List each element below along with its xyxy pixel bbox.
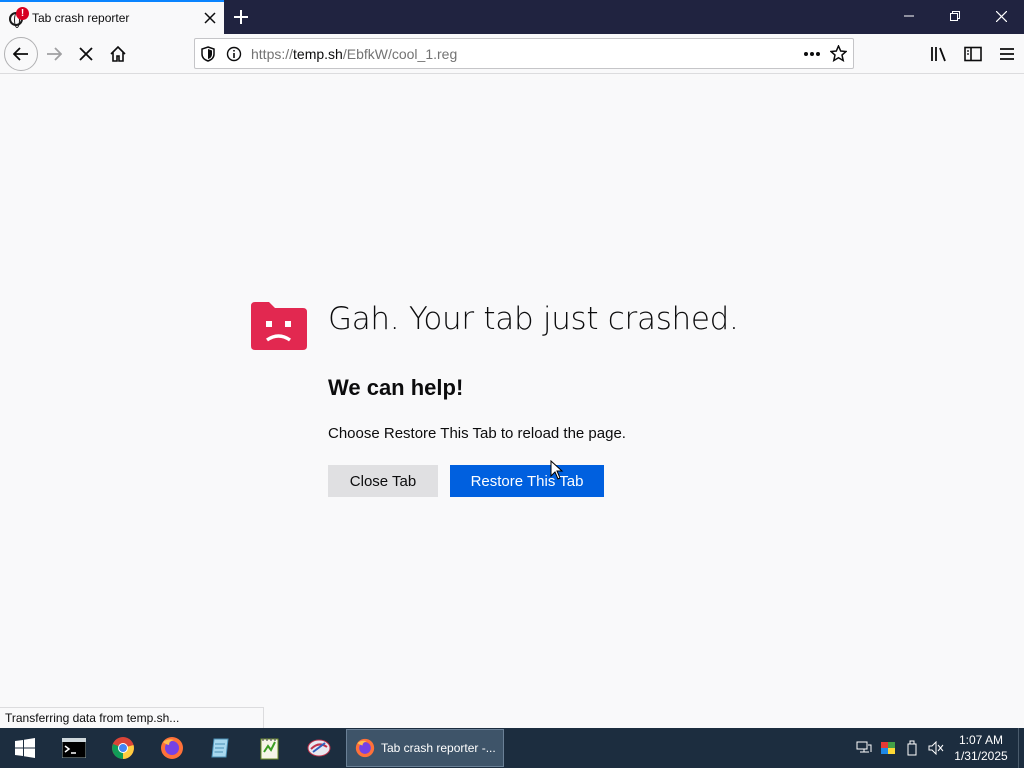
page-actions-more-icon[interactable] (799, 40, 825, 68)
crash-page: Gah. Your tab just crashed. We can help!… (0, 75, 1024, 728)
url-path: /EbfkW/cool_1.reg (342, 45, 458, 62)
forward-button[interactable] (38, 38, 70, 70)
stop-button[interactable] (70, 38, 102, 70)
page-subtitle: We can help! (328, 375, 464, 400)
notepad-plus-icon (260, 738, 278, 760)
restore-tab-button[interactable]: Restore This Tab (450, 465, 604, 497)
window-controls (886, 0, 1024, 32)
address-bar[interactable]: https://temp.sh/EbfkW/cool_1.reg (194, 38, 854, 69)
url-scheme: https:// (251, 45, 294, 62)
new-tab-button[interactable] (224, 0, 258, 34)
taskbar-app[interactable] (294, 728, 343, 768)
taskbar-firefox[interactable] (147, 728, 196, 768)
taskbar-chrome[interactable] (98, 728, 147, 768)
taskbar-window-title: Tab crash reporter -... (381, 741, 496, 755)
windows-logo-icon (14, 738, 35, 758)
bookmark-star-icon[interactable] (825, 40, 851, 68)
toolbar-right (922, 38, 1024, 70)
url-text[interactable]: https://temp.sh/EbfkW/cool_1.reg (247, 46, 799, 62)
back-button[interactable] (4, 36, 38, 71)
firefox-icon (355, 738, 375, 758)
site-info-icon[interactable] (221, 40, 247, 68)
taskbar-clock[interactable]: 1:07 AM 1/31/2025 (948, 732, 1014, 764)
terminal-icon (61, 738, 86, 758)
tab-strip: ! Tab crash reporter (0, 0, 1024, 34)
page-description: Choose Restore This Tab to reload the pa… (328, 425, 626, 442)
mouse-cursor-icon (550, 460, 564, 480)
firefox-icon (160, 737, 183, 759)
start-button[interactable] (0, 728, 49, 768)
sad-folder-icon (251, 302, 307, 350)
taskbar-notepadplusplus[interactable] (245, 728, 294, 768)
plus-icon (234, 10, 248, 24)
tab-crash-reporter[interactable]: ! Tab crash reporter (0, 0, 224, 34)
status-text: Transferring data from temp.sh... (0, 707, 264, 728)
taskbar-terminal[interactable] (49, 728, 98, 768)
home-button[interactable] (102, 38, 134, 70)
tab-close-icon[interactable] (196, 4, 224, 32)
arrow-left-icon (13, 46, 28, 61)
menu-button[interactable] (990, 38, 1024, 70)
url-host: temp.sh (293, 45, 343, 62)
paint-app-icon (307, 739, 330, 757)
volume-muted-icon[interactable] (924, 728, 948, 768)
tracking-shield-icon[interactable] (195, 40, 221, 68)
tab-title: Tab crash reporter (32, 11, 130, 25)
minimize-button[interactable] (886, 0, 932, 32)
clock-time: 1:07 AM (958, 733, 1004, 747)
library-button[interactable] (922, 38, 956, 70)
taskbar: Tab crash reporter -... 1:07 AM 1/31/202… (0, 728, 1024, 768)
tab-alert-badge: ! (16, 7, 29, 20)
usb-device-icon[interactable] (900, 728, 924, 768)
hamburger-icon (1000, 48, 1014, 60)
navigation-toolbar: https://temp.sh/EbfkW/cool_1.reg (0, 34, 1024, 74)
close-window-button[interactable] (978, 0, 1024, 32)
library-icon (931, 47, 946, 62)
network-icon[interactable] (852, 728, 876, 768)
chrome-icon (111, 737, 134, 759)
color-display-icon[interactable] (876, 728, 900, 768)
restore-window-button[interactable] (932, 0, 978, 32)
taskbar-active-firefox-window[interactable]: Tab crash reporter -... (346, 729, 504, 767)
home-icon (110, 45, 126, 62)
clock-date: 1/31/2025 (954, 749, 1008, 763)
stop-icon (79, 46, 93, 61)
sidebar-button[interactable] (956, 38, 990, 70)
tab-favicon-warning-icon: ! (8, 7, 29, 28)
close-tab-button[interactable]: Close Tab (328, 465, 438, 497)
arrow-right-icon (47, 46, 62, 61)
sidebar-icon (964, 46, 982, 62)
notepad-icon (210, 738, 229, 758)
taskbar-notepad[interactable] (196, 728, 245, 768)
page-title: Gah. Your tab just crashed. (328, 301, 739, 337)
system-tray: 1:07 AM 1/31/2025 (852, 728, 1024, 768)
show-desktop-button[interactable] (1018, 728, 1024, 768)
